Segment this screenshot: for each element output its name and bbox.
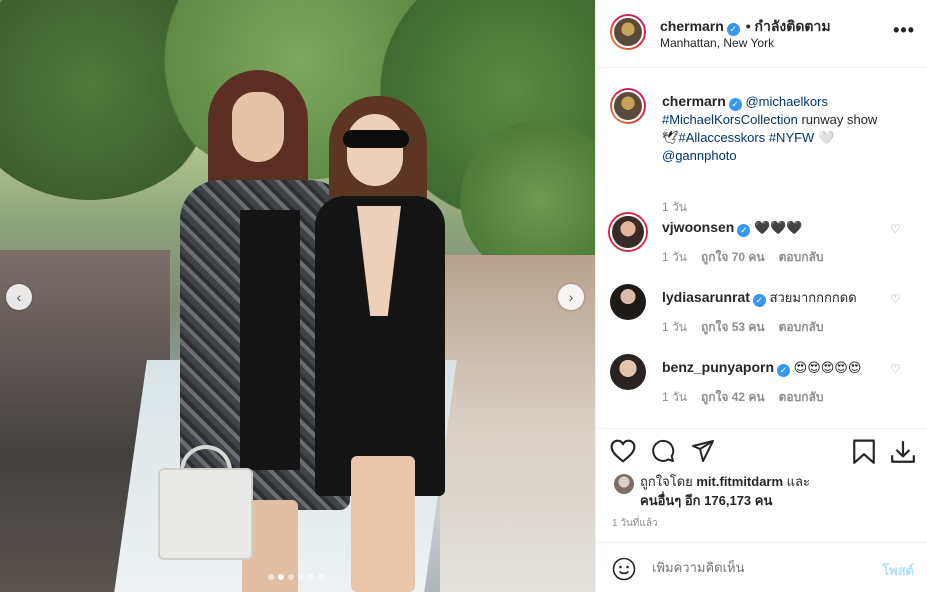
post-button[interactable]: โพสต์ xyxy=(882,560,914,581)
add-comment-bar: โพสต์ xyxy=(596,542,927,592)
heart-emoji: 🤍 xyxy=(814,130,835,145)
avatar[interactable] xyxy=(610,14,646,50)
comment-body: 🖤🖤🖤 xyxy=(753,220,803,235)
username-link[interactable]: chermarn xyxy=(662,93,726,109)
carousel-dots xyxy=(268,574,324,580)
username-link[interactable]: lydiasarunrat xyxy=(662,289,750,305)
more-icon[interactable]: ••• xyxy=(893,20,915,41)
woman-right xyxy=(315,96,450,592)
carousel-dot xyxy=(288,574,294,580)
likes-mid: และ xyxy=(783,474,810,489)
verified-icon: ✓ xyxy=(737,224,751,237)
action-bar xyxy=(596,428,927,474)
comment-time[interactable]: 1 วัน xyxy=(662,388,687,407)
comment-text: lydiasarunrat ✓ สวยมากกกกดด xyxy=(662,288,892,307)
chevron-left-icon[interactable]: ‹ xyxy=(6,284,32,310)
avatar[interactable] xyxy=(610,354,646,390)
reply-button[interactable]: ตอบกลับ xyxy=(779,388,824,407)
post-header: chermarn ✓ • กำลังติดตาม Manhattan, New Y… xyxy=(596,0,927,68)
comment-text: benz_punyaporn ✓ 😍😍😍😍😍 xyxy=(662,358,892,377)
download-icon[interactable] xyxy=(890,439,916,465)
share-icon[interactable] xyxy=(690,439,716,463)
reply-button[interactable]: ตอบกลับ xyxy=(779,248,824,267)
heart-icon[interactable] xyxy=(610,439,636,463)
emoji-icon[interactable] xyxy=(612,557,636,581)
hashtag-link[interactable]: #MichaelKorsCollection xyxy=(662,112,798,127)
handbag xyxy=(158,468,253,560)
username-link[interactable]: vjwoonsen xyxy=(662,219,734,235)
dove-emoji: 🕊 xyxy=(662,130,679,145)
following-label[interactable]: • กำลังติดตาม xyxy=(746,18,831,34)
comment-body: สวยมากกกกดด xyxy=(769,290,857,305)
post-panel: chermarn ✓ • กำลังติดตาม Manhattan, New Y… xyxy=(595,0,927,592)
verified-icon: ✓ xyxy=(752,294,766,307)
mention-link[interactable]: @gannphoto xyxy=(662,148,737,163)
likes-others[interactable]: คนอื่นๆ อีก 176,173 คน xyxy=(640,493,772,508)
likes-prefix: ถูกใจโดย xyxy=(640,474,697,489)
avatar[interactable] xyxy=(610,284,646,320)
mention-link[interactable]: @michaelkors xyxy=(745,94,828,109)
post-timestamp[interactable]: 1 วันที่แล้ว xyxy=(612,516,658,531)
username-link[interactable]: benz_punyaporn xyxy=(662,359,774,375)
comment-body: 😍😍😍😍😍 xyxy=(793,360,862,375)
comment-text: vjwoonsen ✓ 🖤🖤🖤 xyxy=(662,218,892,237)
carousel-dot xyxy=(308,574,314,580)
avatar[interactable] xyxy=(610,88,646,124)
location-link[interactable]: Manhattan, New York xyxy=(660,36,774,50)
comment-likes[interactable]: ถูกใจ 42 คน xyxy=(701,388,765,407)
verified-icon: ✓ xyxy=(728,98,742,111)
reply-button[interactable]: ตอบกลับ xyxy=(779,318,824,337)
comment-meta: 1 วัน ถูกใจ 42 คน ตอบกลับ xyxy=(662,388,823,407)
likes-text: ถูกใจโดย mit.fitmitdarm และ คนอื่นๆ อีก … xyxy=(640,472,920,510)
heart-icon[interactable]: ♡ xyxy=(890,222,902,236)
heart-icon[interactable]: ♡ xyxy=(890,362,902,376)
verified-icon: ✓ xyxy=(726,23,740,36)
comment-input[interactable] xyxy=(652,560,852,575)
comment-meta: 1 วัน ถูกใจ 70 คน ตอบกลับ xyxy=(662,248,823,267)
comment-likes[interactable]: ถูกใจ 70 คน xyxy=(701,248,765,267)
comments-list[interactable]: chermarn ✓ @michaelkors #MichaelKorsColle… xyxy=(596,68,927,428)
chevron-right-icon[interactable]: › xyxy=(558,284,584,310)
header-user-line: chermarn ✓ • กำลังติดตาม xyxy=(660,16,831,38)
comment-time[interactable]: 1 วัน xyxy=(662,318,687,337)
verified-icon: ✓ xyxy=(777,364,791,377)
caption-meta: 1 วัน xyxy=(662,198,687,217)
bookmark-icon[interactable] xyxy=(852,439,876,465)
heart-icon[interactable]: ♡ xyxy=(890,292,902,306)
comment-time[interactable]: 1 วัน xyxy=(662,248,687,267)
hashtag-link[interactable]: #Allaccesskors #NYFW xyxy=(679,130,815,145)
carousel-dot xyxy=(318,574,324,580)
caption-body: runway show xyxy=(797,112,878,127)
carousel-dot xyxy=(268,574,274,580)
comment-meta: 1 วัน ถูกใจ 53 คน ตอบกลับ xyxy=(662,318,823,337)
comment-time[interactable]: 1 วัน xyxy=(662,198,687,217)
liker-username[interactable]: mit.fitmitdarm xyxy=(696,474,783,489)
liker-avatar[interactable] xyxy=(614,474,634,494)
post-photo[interactable]: ‹ › xyxy=(0,0,595,592)
comment-likes[interactable]: ถูกใจ 53 คน xyxy=(701,318,765,337)
caption-text: chermarn ✓ @michaelkors #MichaelKorsColle… xyxy=(662,92,892,165)
avatar[interactable] xyxy=(610,214,646,250)
caption: chermarn ✓ @michaelkors #MichaelKorsColle… xyxy=(596,88,927,214)
prev-glyph: ‹ xyxy=(16,289,22,305)
next-glyph: › xyxy=(568,289,574,305)
carousel-dot xyxy=(298,574,304,580)
username-link[interactable]: chermarn xyxy=(660,18,724,34)
comment-icon[interactable] xyxy=(650,439,676,463)
carousel-dot-active xyxy=(278,574,284,580)
